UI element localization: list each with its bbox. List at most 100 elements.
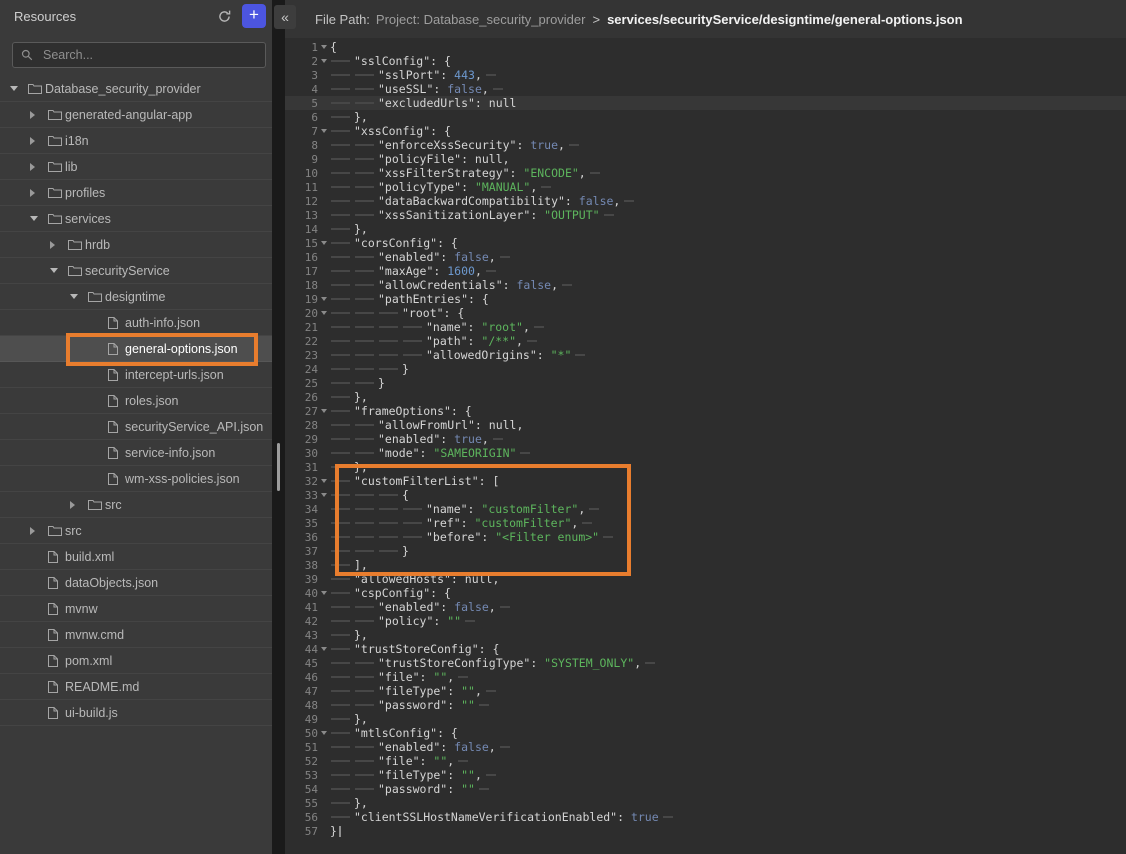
tree-row-mvnw-cmd[interactable]: mvnw.cmd [0,622,272,648]
code-line-36[interactable]: 36"before": "<Filter enum>" [285,530,1126,544]
chevron-collapsed-icon[interactable] [30,189,35,197]
fold-arrow-icon[interactable] [321,311,327,315]
code-line-38[interactable]: 38], [285,558,1126,572]
tree-row-mvnw[interactable]: mvnw [0,596,272,622]
fold-arrow-icon[interactable] [321,45,327,49]
code-line-19[interactable]: 19"pathEntries": { [285,292,1126,306]
code-line-3[interactable]: 3"sslPort": 443, [285,68,1126,82]
code-line-14[interactable]: 14}, [285,222,1126,236]
code-editor[interactable]: 1{2"sslConfig": {3"sslPort": 443,4"useSS… [285,38,1126,854]
chevron-collapsed-icon[interactable] [30,163,35,171]
tree-row-services[interactable]: services [0,206,272,232]
tree-row-auth-info-json[interactable]: auth-info.json [0,310,272,336]
tree-row-designtime[interactable]: designtime [0,284,272,310]
code-line-27[interactable]: 27"frameOptions": { [285,404,1126,418]
code-line-54[interactable]: 54"password": "" [285,782,1126,796]
code-line-42[interactable]: 42"policy": "" [285,614,1126,628]
code-line-16[interactable]: 16"enabled": false, [285,250,1126,264]
tree-row-roles-json[interactable]: roles.json [0,388,272,414]
code-line-5[interactable]: 5"excludedUrls": null [285,96,1126,110]
code-line-52[interactable]: 52"file": "", [285,754,1126,768]
fold-arrow-icon[interactable] [321,59,327,63]
code-line-48[interactable]: 48"password": "" [285,698,1126,712]
tree-row-intercept-urls-json[interactable]: intercept-urls.json [0,362,272,388]
code-line-33[interactable]: 33{ [285,488,1126,502]
code-line-2[interactable]: 2"sslConfig": { [285,54,1126,68]
chevron-collapsed-icon[interactable] [30,137,35,145]
code-line-11[interactable]: 11"policyType": "MANUAL", [285,180,1126,194]
code-line-47[interactable]: 47"fileType": "", [285,684,1126,698]
code-line-26[interactable]: 26}, [285,390,1126,404]
code-line-13[interactable]: 13"xssSanitizationLayer": "OUTPUT" [285,208,1126,222]
code-line-25[interactable]: 25} [285,376,1126,390]
code-line-8[interactable]: 8"enforceXssSecurity": true, [285,138,1126,152]
tree-row-wm-xss-policies-json[interactable]: wm-xss-policies.json [0,466,272,492]
collapse-sidebar-button[interactable]: « [274,5,296,29]
code-line-1[interactable]: 1{ [285,40,1126,54]
tree-row-dataobjects-json[interactable]: dataObjects.json [0,570,272,596]
chevron-expanded-icon[interactable] [10,86,18,91]
code-line-30[interactable]: 30"mode": "SAMEORIGIN" [285,446,1126,460]
code-line-39[interactable]: 39"allowedHosts": null, [285,572,1126,586]
code-line-57[interactable]: 57} [285,824,1126,838]
chevron-expanded-icon[interactable] [50,268,58,273]
chevron-collapsed-icon[interactable] [50,241,55,249]
tree-row-src[interactable]: src [0,518,272,544]
tree-row-securityservice[interactable]: securityService [0,258,272,284]
code-line-6[interactable]: 6}, [285,110,1126,124]
code-line-44[interactable]: 44"trustStoreConfig": { [285,642,1126,656]
fold-arrow-icon[interactable] [321,493,327,497]
tree-row-general-options-json[interactable]: general-options.json [0,336,272,362]
code-line-32[interactable]: 32"customFilterList": [ [285,474,1126,488]
tree-row-readme-md[interactable]: README.md [0,674,272,700]
code-line-21[interactable]: 21"name": "root", [285,320,1126,334]
code-line-41[interactable]: 41"enabled": false, [285,600,1126,614]
code-line-45[interactable]: 45"trustStoreConfigType": "SYSTEM_ONLY", [285,656,1126,670]
code-line-43[interactable]: 43}, [285,628,1126,642]
fold-arrow-icon[interactable] [321,731,327,735]
code-line-24[interactable]: 24} [285,362,1126,376]
code-line-51[interactable]: 51"enabled": false, [285,740,1126,754]
code-line-31[interactable]: 31}, [285,460,1126,474]
sidebar-scrollbar[interactable] [277,443,280,491]
code-line-56[interactable]: 56"clientSSLHostNameVerificationEnabled"… [285,810,1126,824]
code-line-15[interactable]: 15"corsConfig": { [285,236,1126,250]
fold-arrow-icon[interactable] [321,129,327,133]
code-line-20[interactable]: 20"root": { [285,306,1126,320]
fold-arrow-icon[interactable] [321,479,327,483]
fold-arrow-icon[interactable] [321,647,327,651]
chevron-collapsed-icon[interactable] [30,111,35,119]
code-line-55[interactable]: 55}, [285,796,1126,810]
refresh-button[interactable] [213,5,235,27]
tree-row-securityservice-api-json[interactable]: securityService_API.json [0,414,272,440]
chevron-expanded-icon[interactable] [30,216,38,221]
code-line-37[interactable]: 37} [285,544,1126,558]
code-line-9[interactable]: 9"policyFile": null, [285,152,1126,166]
tree-row-build-xml[interactable]: build.xml [0,544,272,570]
code-line-12[interactable]: 12"dataBackwardCompatibility": false, [285,194,1126,208]
code-line-53[interactable]: 53"fileType": "", [285,768,1126,782]
tree-row-i18n[interactable]: i18n [0,128,272,154]
tree-row-service-info-json[interactable]: service-info.json [0,440,272,466]
code-line-10[interactable]: 10"xssFilterStrategy": "ENCODE", [285,166,1126,180]
tree-row-database-security-provider[interactable]: Database_security_provider [0,76,272,102]
code-line-17[interactable]: 17"maxAge": 1600, [285,264,1126,278]
code-line-7[interactable]: 7"xssConfig": { [285,124,1126,138]
code-line-40[interactable]: 40"cspConfig": { [285,586,1126,600]
chevron-expanded-icon[interactable] [70,294,78,299]
code-line-28[interactable]: 28"allowFromUrl": null, [285,418,1126,432]
tree-row-profiles[interactable]: profiles [0,180,272,206]
fold-arrow-icon[interactable] [321,591,327,595]
code-line-18[interactable]: 18"allowCredentials": false, [285,278,1126,292]
code-line-34[interactable]: 34"name": "customFilter", [285,502,1126,516]
tree-row-hrdb[interactable]: hrdb [0,232,272,258]
chevron-collapsed-icon[interactable] [70,501,75,509]
add-button[interactable]: + [242,4,266,28]
tree-row-lib[interactable]: lib [0,154,272,180]
code-line-29[interactable]: 29"enabled": true, [285,432,1126,446]
code-line-4[interactable]: 4"useSSL": false, [285,82,1126,96]
code-line-23[interactable]: 23"allowedOrigins": "*" [285,348,1126,362]
search-input[interactable] [41,47,257,63]
chevron-collapsed-icon[interactable] [30,527,35,535]
code-line-49[interactable]: 49}, [285,712,1126,726]
